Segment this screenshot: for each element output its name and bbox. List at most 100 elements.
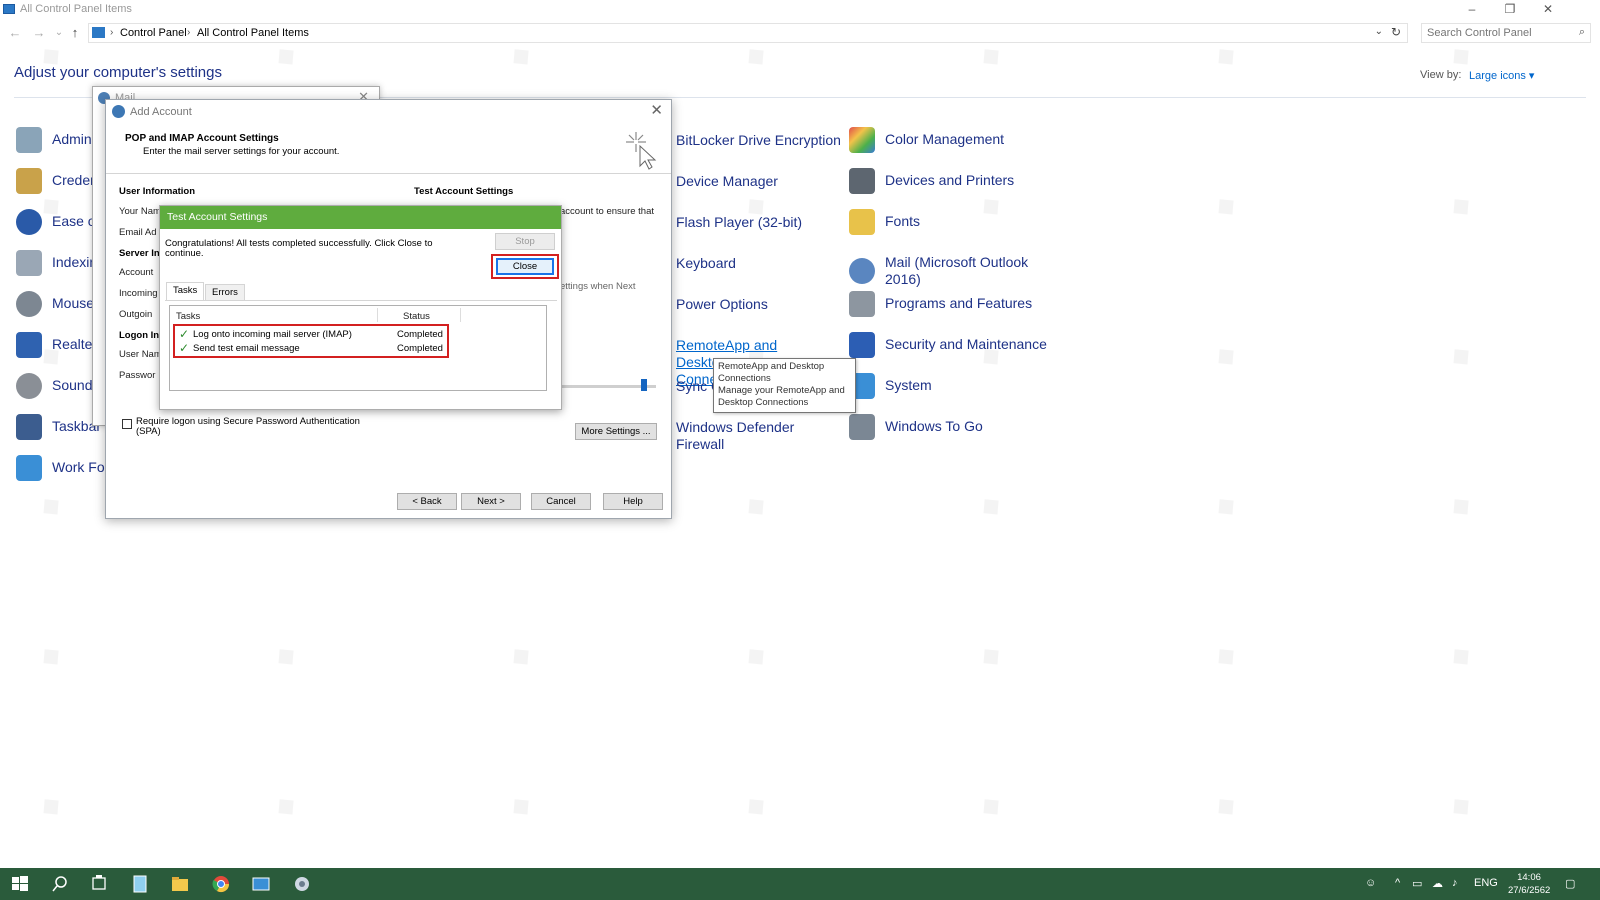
search-input[interactable] [1427,26,1567,40]
view-by-dropdown[interactable]: Large icons ▾ [1469,69,1534,82]
tab-errors[interactable]: Errors [205,284,245,301]
address-row: ← → ⌄ ↑ › Control Panel › All Control Pa… [0,22,1600,44]
restore-button[interactable]: ❐ [1492,0,1528,20]
start-button-icon[interactable] [10,874,30,894]
cp-item-label: Windows To Go [885,418,983,434]
realtek-icon [16,332,42,358]
next-button[interactable]: Next > [461,493,521,510]
action-center-icon[interactable]: ▢ [1565,877,1575,890]
cp-item-security-maintenance[interactable]: Security and Maintenance [849,330,1089,364]
cp-item-color-management[interactable]: Color Management [849,125,1089,159]
view-by-label: View by: [1420,69,1462,81]
watermark-mark: ◆ [1442,487,1477,524]
onedrive-icon[interactable]: ☁ [1432,877,1443,890]
spa-checkbox[interactable] [122,419,132,429]
file-explorer-icon[interactable] [170,874,190,894]
cp-item-label: Indexin [52,254,98,270]
cp-item-windows-to-go[interactable]: Windows To Go [849,412,1089,446]
mail-icon [849,258,875,284]
flag-icon [849,332,875,358]
server-info-header: Server In [119,248,160,259]
control-panel-icon [3,4,15,14]
address-dropdown-icon[interactable]: ⌄ [1375,26,1383,37]
scroll-slider[interactable] [556,379,656,391]
field-label-password: Passwor [119,370,156,381]
back-button[interactable]: < Back [397,493,457,510]
cp-item-label: Keyboard [676,255,736,271]
people-icon[interactable]: ☺ [1365,877,1376,889]
field-label-outgoing: Outgoin [119,309,153,320]
column-header-status: Status [403,311,430,322]
search-icon[interactable]: ⌕ [1579,26,1585,39]
cp-item-label: Device Manager [676,173,778,189]
breadcrumb-separator: › [187,27,191,38]
success-message: Congratulations! All tests completed suc… [165,238,433,259]
cp-item-label: Mail (Microsoft Outlook 2016) [885,254,1029,287]
breadcrumb-separator: › [110,27,114,38]
field-label-email: Email Ad [119,227,157,238]
tasks-table: Tasks Status ✓ Log onto incoming mail se… [169,305,547,391]
watermark-mark: ◆ [32,637,67,674]
address-bar[interactable]: › Control Panel › All Control Panel Item… [88,23,1408,43]
volume-icon[interactable]: ♪ [1452,877,1458,889]
watermark-mark: ◆ [1207,187,1242,224]
test-dialog-titlebar: Test Account Settings [160,206,561,229]
close-button[interactable]: Close [496,258,554,275]
cp-item-fonts[interactable]: Fonts [849,207,1089,241]
control-panel-taskbar-icon[interactable] [251,874,271,894]
watermark-mark: ◆ [32,787,67,824]
cp-item-mail[interactable]: Mail (Microsoft Outlook 2016) [849,254,1089,290]
user-information-header: User Information [119,186,196,197]
refresh-icon[interactable]: ↻ [1391,25,1401,39]
tooltip-body: Manage your RemoteApp and Desktop Connec… [718,385,845,408]
printer-icon [849,168,875,194]
search-box[interactable]: ⌕ [1421,23,1591,43]
search-icon[interactable] [50,874,70,894]
system-clock[interactable]: 14:06 27/6/2562 [1508,871,1550,897]
chrome-icon[interactable] [211,874,231,894]
programs-icon [849,291,875,317]
table-row: ✓ Log onto incoming mail server (IMAP) C… [175,327,447,342]
mail-setup-icon[interactable] [292,874,312,894]
window-title: All Control Panel Items [20,3,132,15]
cp-item-label: Admini [52,131,95,147]
field-label-account-type: Account [119,267,154,278]
forward-button[interactable]: → [30,23,48,43]
test-account-settings-dialog: Test Account Settings Congratulations! A… [159,205,562,410]
cp-item-work-folders[interactable]: Work Fol [16,453,108,487]
back-button[interactable]: ← [6,23,24,43]
column-header-tasks: Tasks [176,311,201,322]
cp-item-devices-printers[interactable]: Devices and Printers [849,166,1089,200]
cp-item-label: Power Options [676,296,768,312]
show-hidden-icons-icon[interactable]: ^ [1395,877,1400,889]
breadcrumb-control-panel[interactable]: Control Panel [120,27,187,39]
sound-icon [16,373,42,399]
cp-item-label: System [885,377,932,393]
more-settings-button[interactable]: More Settings ... [575,423,657,440]
cancel-button[interactable]: Cancel [531,493,591,510]
cp-item-programs-features[interactable]: Programs and Features [849,289,1089,323]
network-icon[interactable]: ▭ [1412,877,1422,890]
window-close-button[interactable]: ✕ [1530,0,1566,20]
watermark-mark: ◆ [267,637,302,674]
tab-tasks[interactable]: Tasks [166,282,205,301]
help-button[interactable]: Help [603,493,663,510]
cp-item-system[interactable]: System [849,371,1089,405]
taskbar-icon [16,414,42,440]
cp-item-label: Fonts [885,213,921,229]
minimize-button[interactable]: – [1454,0,1490,20]
clock-time: 14:06 [1517,872,1541,883]
test-description-text: account to ensure that [560,206,655,217]
task-view-icon[interactable] [89,874,109,894]
up-button[interactable]: ↑ [66,23,84,43]
breadcrumb-all-items[interactable]: All Control Panel Items [197,27,309,39]
language-indicator[interactable]: ENG [1474,877,1498,889]
notepad-icon[interactable] [130,874,150,894]
stop-button[interactable]: Stop [495,233,555,250]
watermark-mark: ◆ [972,787,1007,824]
slider-thumb[interactable] [641,379,647,391]
window-titlebar: All Control Panel Items – ❐ ✕ [0,0,1600,20]
dialog-close-button[interactable]: ✕ [650,101,663,119]
cp-item-label: Flash Player (32-bit) [676,214,803,230]
field-label-your-name: Your Nam [119,206,161,217]
